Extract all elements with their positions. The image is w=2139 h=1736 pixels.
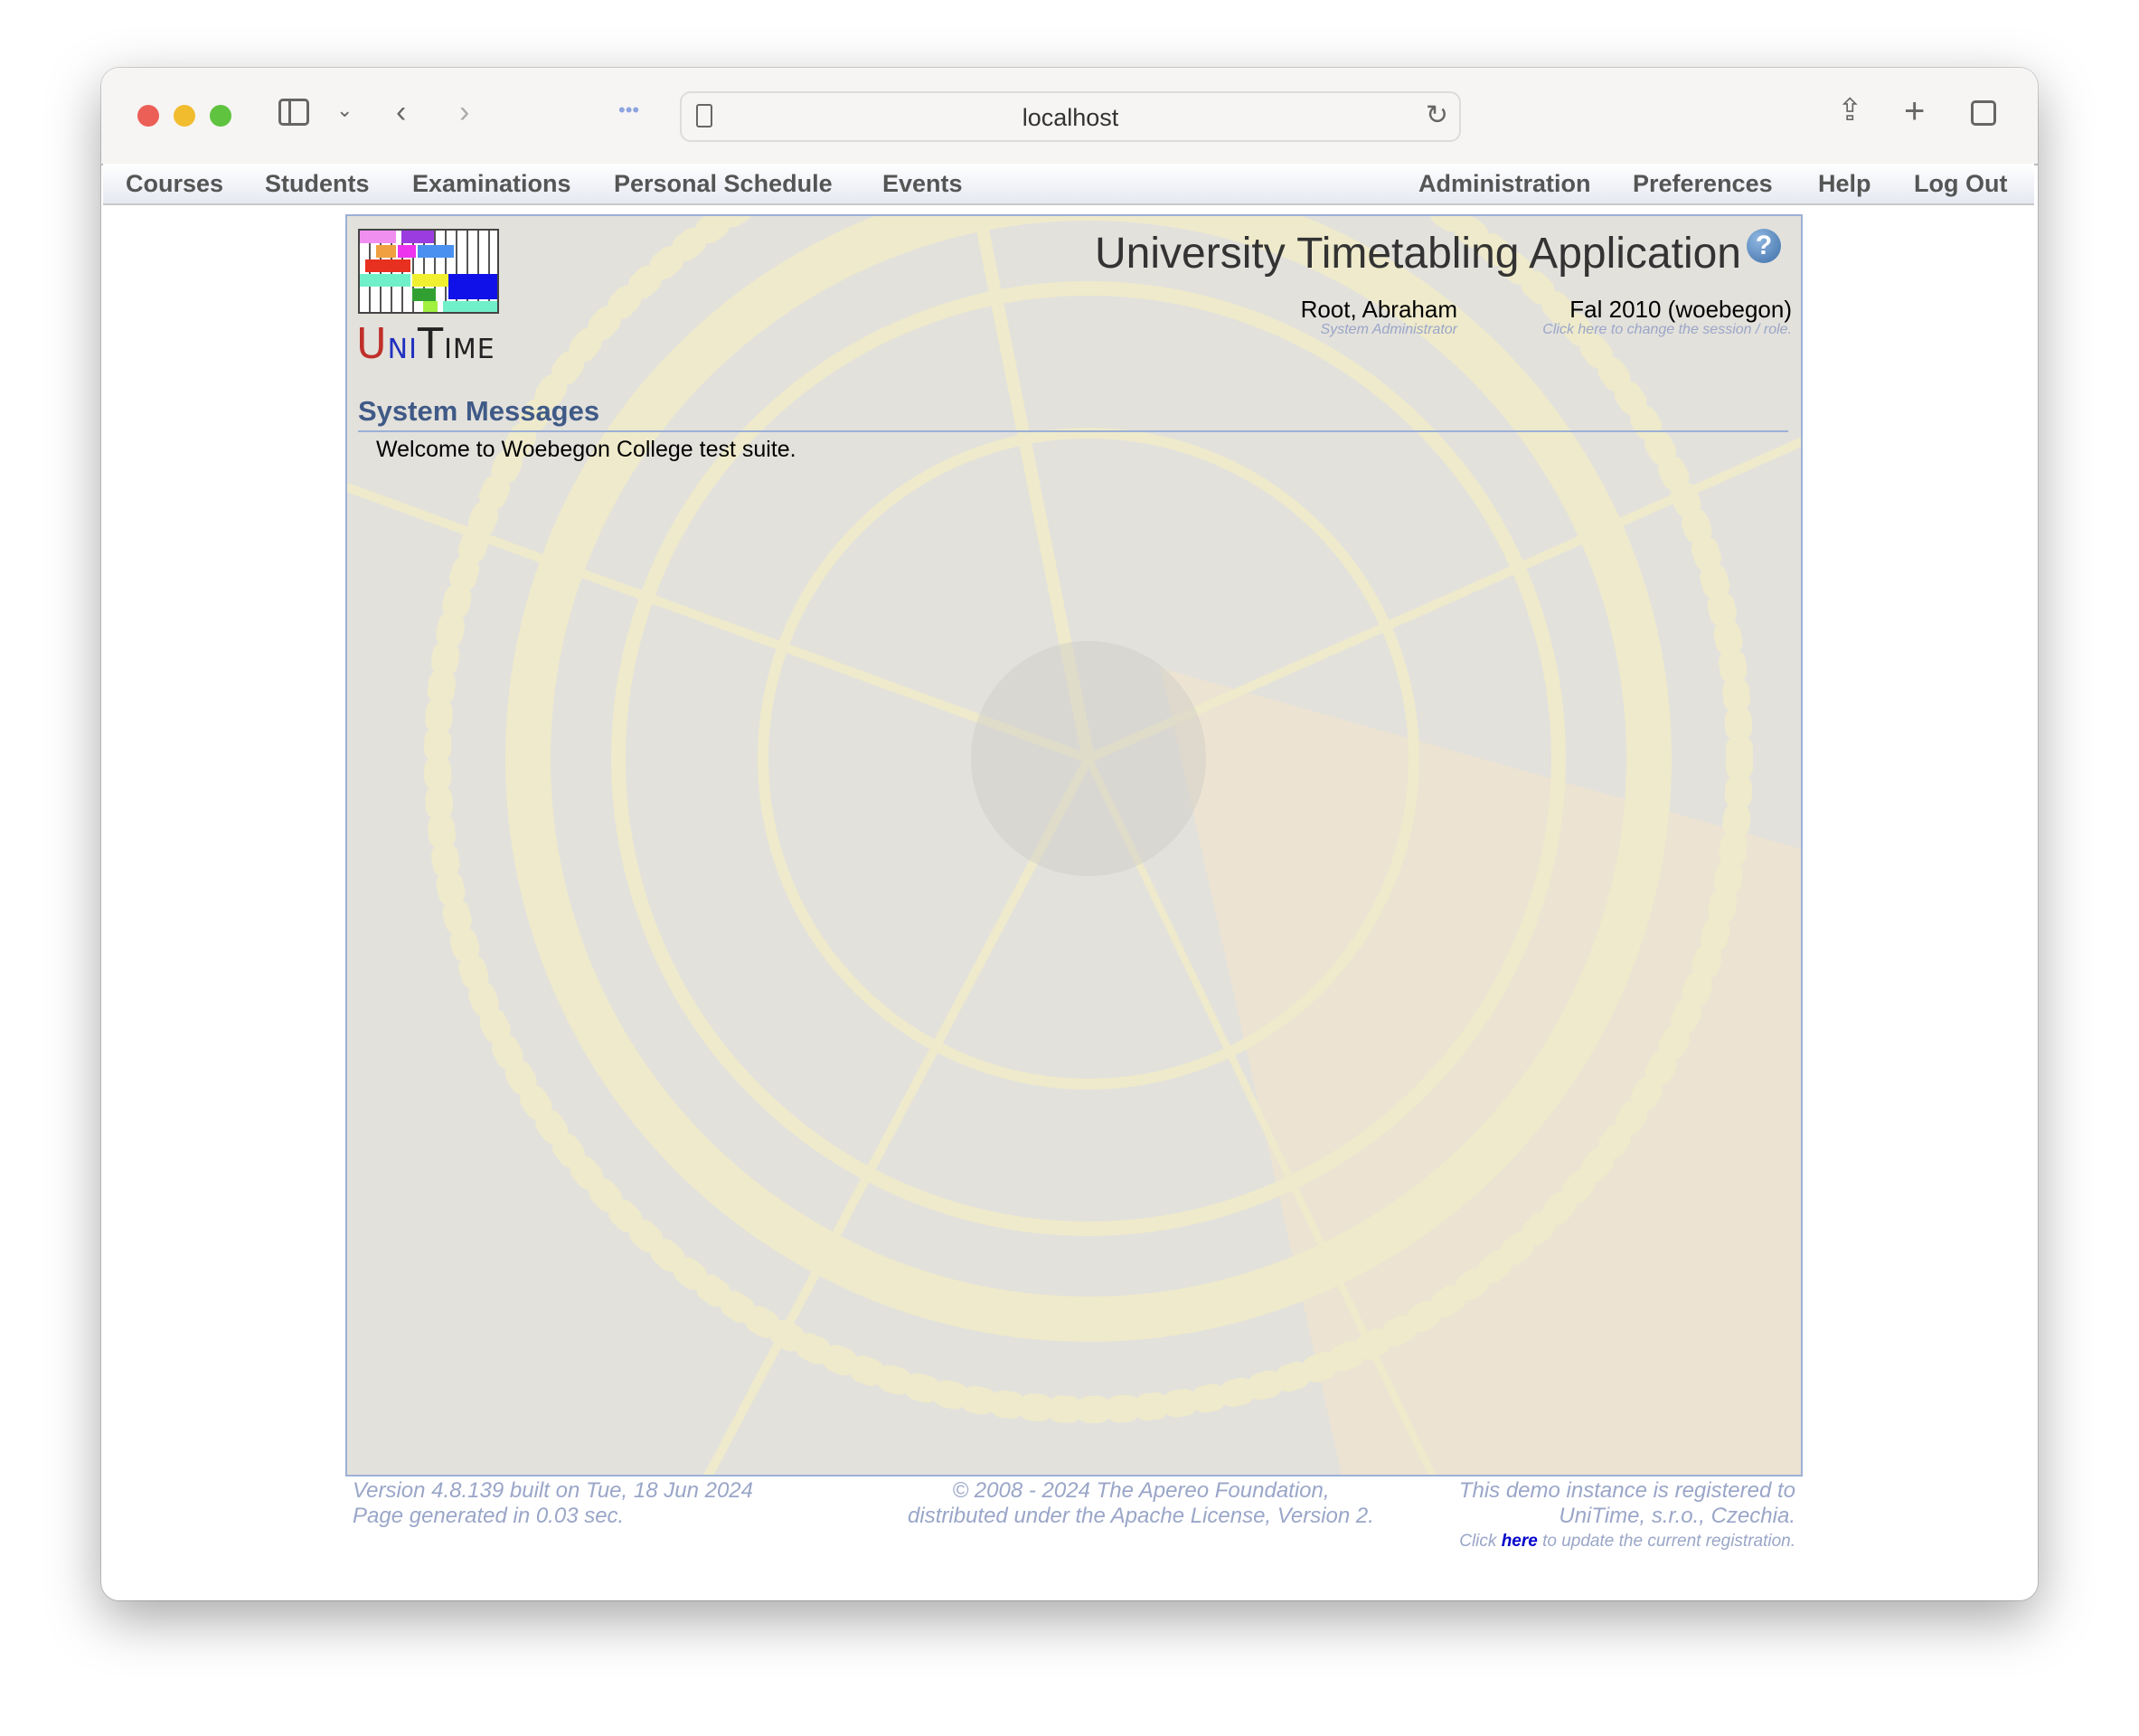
minimize-window-button[interactable] <box>174 105 195 127</box>
page-generated-text: Page generated in 0.03 sec. <box>353 1504 625 1528</box>
menu-students[interactable]: Students <box>265 170 370 198</box>
session-hint[interactable]: Click here to change the session / role. <box>1542 322 1792 338</box>
address-bar[interactable]: localhost ↻ <box>680 91 1461 142</box>
reload-icon[interactable]: ↻ <box>1426 102 1448 129</box>
session-selector[interactable]: Fal 2010 (woebegon) Click here to change… <box>1542 296 1792 338</box>
footer-copyright: © 2008 - 2024 The Apereo Foundation, dis… <box>734 1478 1548 1529</box>
user-info: Root, Abraham System Administrator <box>1301 296 1457 338</box>
page-title: University Timetabling Application <box>1094 230 1741 278</box>
menu-log-out[interactable]: Log Out <box>1914 170 2007 198</box>
user-role: System Administrator <box>1320 322 1457 337</box>
browser-toolbar: ⌄ ‹ › ••• localhost ↻ ⇪ + <box>101 68 2038 165</box>
share-icon[interactable]: ⇪ <box>1837 95 1863 126</box>
browser-window: ⌄ ‹ › ••• localhost ↻ ⇪ + Courses Studen… <box>101 68 2038 1600</box>
registration-update-text: to update the current registration. <box>1542 1532 1795 1551</box>
footer-version: Version 4.8.139 built on Tue, 18 Jun 202… <box>353 1478 753 1529</box>
menu-examinations[interactable]: Examinations <box>412 170 571 198</box>
sidebar-icon[interactable] <box>278 99 309 126</box>
footer-registration: This demo instance is registered to UniT… <box>1459 1478 1795 1554</box>
license-text: distributed under the Apache License, Ve… <box>908 1504 1374 1528</box>
tabs-overview-icon[interactable] <box>1971 100 1996 126</box>
zoom-window-button[interactable] <box>210 105 231 127</box>
help-icon[interactable]: ? <box>1747 229 1781 263</box>
menu-administration[interactable]: Administration <box>1418 170 1591 198</box>
version-text: Version 4.8.139 built on Tue, 18 Jun 202… <box>353 1478 753 1503</box>
menu-courses[interactable]: Courses <box>126 170 223 198</box>
registration-line-2: UniTime, s.r.o., Czechia. <box>1559 1504 1795 1528</box>
system-messages-heading: System Messages <box>358 395 600 427</box>
system-message-text: Welcome to Woebegon College test suite. <box>376 437 796 462</box>
registration-here-link[interactable]: here <box>1502 1532 1538 1551</box>
registration-line-1: This demo instance is registered to <box>1458 1478 1795 1503</box>
main-menu: Courses Students Examinations Personal S… <box>103 164 2034 205</box>
unitime-logo-grid <box>358 229 499 314</box>
content-frame: UNITIME University Timetabling Applicati… <box>345 214 1803 1477</box>
menu-preferences[interactable]: Preferences <box>1633 170 1773 198</box>
menu-personal-schedule[interactable]: Personal Schedule <box>614 170 833 198</box>
back-icon[interactable]: ‹ <box>396 97 406 127</box>
registration-click-text: Click <box>1459 1532 1497 1551</box>
forward-icon[interactable]: › <box>459 97 469 127</box>
url-text: localhost <box>1022 104 1119 131</box>
copyright-text: © 2008 - 2024 The Apereo Foundation, <box>952 1478 1330 1503</box>
close-window-button[interactable] <box>137 105 159 127</box>
session-name[interactable]: Fal 2010 (woebegon) <box>1542 296 1792 324</box>
extensions-icon[interactable]: ••• <box>618 100 639 120</box>
menu-help[interactable]: Help <box>1818 170 1871 198</box>
new-tab-icon[interactable]: + <box>1904 93 1925 129</box>
user-name: Root, Abraham <box>1300 296 1457 323</box>
menu-events[interactable]: Events <box>882 170 963 198</box>
section-divider <box>358 430 1788 432</box>
chevron-down-icon[interactable]: ⌄ <box>336 100 353 120</box>
unitime-logo-text: UNITIME <box>356 319 495 368</box>
